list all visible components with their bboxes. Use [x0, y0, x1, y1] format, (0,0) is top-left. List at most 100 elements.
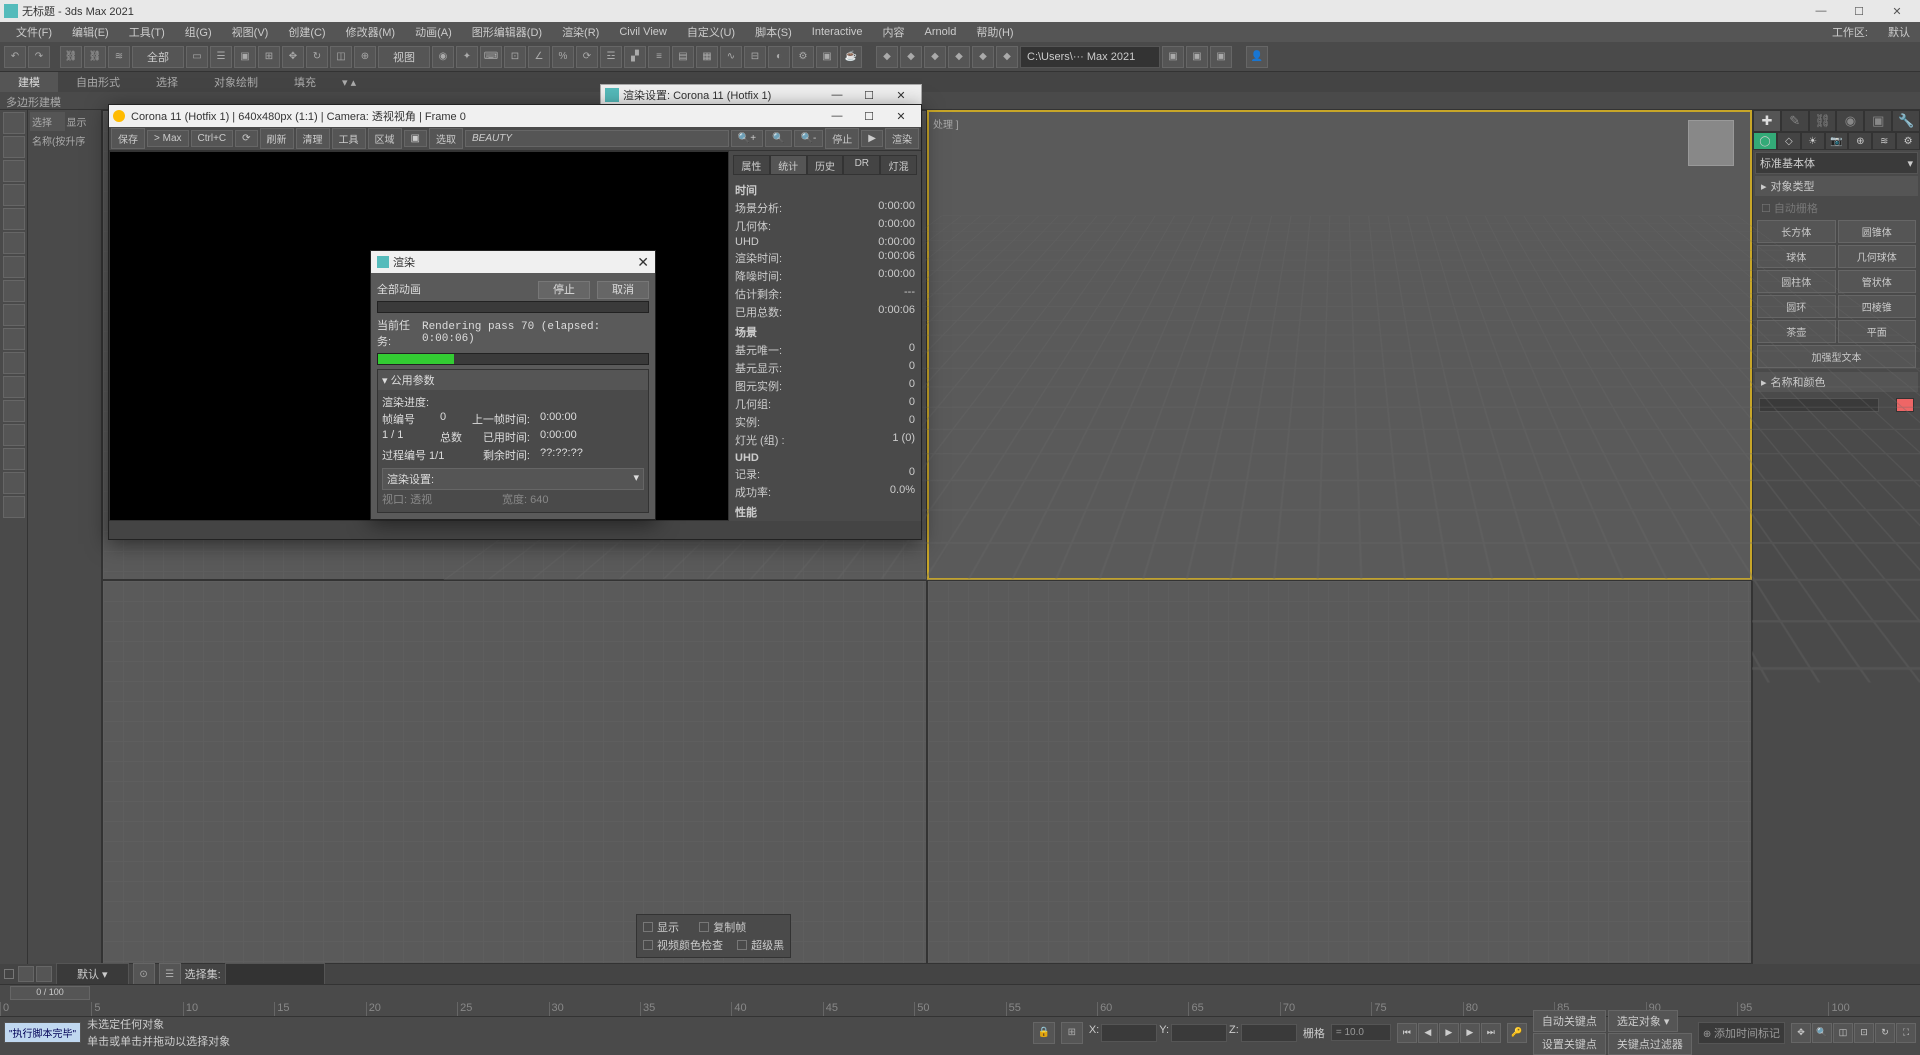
se-btn-6[interactable]	[3, 232, 25, 254]
chk-superblack[interactable]	[737, 940, 747, 950]
vfb-tools[interactable]: 工具	[332, 128, 366, 149]
vfb-render[interactable]: 渲染	[885, 128, 919, 149]
signin-button[interactable]: 👤	[1246, 46, 1268, 68]
corona-btn2[interactable]: ◆	[900, 46, 922, 68]
trackbar-expand-icon[interactable]	[4, 969, 14, 979]
select-object-button[interactable]: ▭	[186, 46, 208, 68]
schematic-button[interactable]: ⊟	[744, 46, 766, 68]
menu-scripting[interactable]: 脚本(S)	[745, 22, 802, 42]
next-frame-button[interactable]: ▶	[1460, 1023, 1480, 1043]
vfb-minimize[interactable]: —	[821, 110, 853, 122]
se-btn-10[interactable]	[3, 328, 25, 350]
keymode-button[interactable]: 🔑	[1507, 1023, 1527, 1043]
rprog-cancel-button[interactable]: 取消	[597, 281, 649, 299]
selection-filter[interactable]: 全部	[132, 46, 184, 68]
path-btn3[interactable]: ▣	[1210, 46, 1232, 68]
vfb-zoom-fit[interactable]: 🔍	[765, 130, 791, 147]
vfb-select[interactable]: 选取	[429, 128, 463, 149]
selset-input[interactable]	[225, 963, 325, 985]
use-center-button[interactable]: ◉	[432, 46, 454, 68]
menu-group[interactable]: 组(G)	[175, 22, 222, 42]
se-btn-2[interactable]	[3, 136, 25, 158]
angle-snap-button[interactable]: ∠	[528, 46, 550, 68]
viewport-layout-dropdown[interactable]: 默认 ▾	[56, 963, 129, 985]
nav-maximize-button[interactable]: ⛶	[1896, 1023, 1916, 1043]
menu-edit[interactable]: 编辑(E)	[62, 22, 119, 42]
menu-view[interactable]: 视图(V)	[222, 22, 279, 42]
rprog-close[interactable]: ✕	[637, 254, 649, 271]
nav-zoom-button[interactable]: 🔍	[1812, 1023, 1832, 1043]
corona-btn3[interactable]: ◆	[924, 46, 946, 68]
corona-btn1[interactable]: ◆	[876, 46, 898, 68]
menu-animation[interactable]: 动画(A)	[405, 22, 462, 42]
vfb-tab-lightmix[interactable]: 灯混	[880, 155, 917, 175]
cmd-sub-lights[interactable]: ☀	[1801, 132, 1825, 150]
time-slider-knob[interactable]: 0 / 100	[10, 986, 90, 1000]
prev-frame-button[interactable]: ◀	[1418, 1023, 1438, 1043]
goto-end-button[interactable]: ⏭	[1481, 1023, 1501, 1043]
ribbon-tab-objectpaint[interactable]: 对象绘制	[196, 72, 276, 92]
vfb-save[interactable]: 保存	[111, 128, 145, 149]
vplayout-1[interactable]	[18, 966, 34, 982]
abs-transform-icon[interactable]: ⊞	[1061, 1022, 1083, 1044]
rprog-titlebar[interactable]: 渲染 ✕	[371, 251, 655, 273]
cmd-tab-hierarchy[interactable]: ⛓	[1809, 110, 1837, 132]
menu-content[interactable]: 内容	[873, 22, 915, 42]
minimize-button[interactable]: —	[1802, 5, 1840, 17]
nav-fov-button[interactable]: ◫	[1833, 1023, 1853, 1043]
rs-close[interactable]: ✕	[885, 89, 917, 102]
cmd-tab-display[interactable]: ▣	[1864, 110, 1892, 132]
vfb-close[interactable]: ✕	[885, 110, 917, 123]
se-tab-display[interactable]: 显示	[65, 112, 100, 131]
se-tab-select[interactable]: 选择	[30, 112, 65, 131]
menu-customize[interactable]: 自定义(U)	[677, 22, 745, 42]
se-btn-14[interactable]	[3, 424, 25, 446]
cmd-sub-helpers[interactable]: ⊕	[1848, 132, 1872, 150]
vfb-tab-props[interactable]: 属性	[733, 155, 770, 175]
menu-file[interactable]: 文件(F)	[6, 22, 62, 42]
selset-button[interactable]: ☰	[159, 963, 181, 985]
undo-button[interactable]: ↶	[4, 46, 26, 68]
key-filters-button[interactable]: 关键点过滤器	[1608, 1033, 1692, 1055]
corona-btn6[interactable]: ◆	[996, 46, 1018, 68]
path-btn1[interactable]: ▣	[1162, 46, 1184, 68]
maxscript-listener[interactable]: "执行脚本完毕"	[4, 1022, 81, 1043]
coord-y-input[interactable]	[1171, 1024, 1227, 1042]
menu-tools[interactable]: 工具(T)	[119, 22, 175, 42]
vfb-zoom-out[interactable]: 🔍-	[794, 130, 824, 147]
se-column-name[interactable]: 名称(按升序	[30, 131, 99, 150]
cmd-tab-motion[interactable]: ◉	[1836, 110, 1864, 132]
vfb-play-icon[interactable]: ▶	[861, 130, 883, 147]
coord-z-input[interactable]	[1241, 1024, 1297, 1042]
ribbon-expand[interactable]: ▾ ▴	[334, 74, 364, 91]
vfb-stop[interactable]: 停止	[825, 128, 859, 149]
move-button[interactable]: ✥	[282, 46, 304, 68]
link-button[interactable]: ⛓	[60, 46, 82, 68]
close-button[interactable]: ✕	[1878, 5, 1916, 18]
vfb-zoom-in[interactable]: 🔍+	[731, 130, 763, 147]
cmd-sub-spacewarps[interactable]: ≋	[1872, 132, 1896, 150]
menu-civilview[interactable]: Civil View	[609, 24, 676, 40]
menu-modifiers[interactable]: 修改器(M)	[336, 22, 406, 42]
mirror-button[interactable]: ▞	[624, 46, 646, 68]
menu-grapheditors[interactable]: 图形编辑器(D)	[462, 22, 552, 42]
ribbon-toggle[interactable]: ▦	[696, 46, 718, 68]
layer-button[interactable]: ▤	[672, 46, 694, 68]
vfb-select-icon[interactable]: ▣	[404, 130, 427, 147]
placement-button[interactable]: ⊕	[354, 46, 376, 68]
redo-button[interactable]: ↷	[28, 46, 50, 68]
nav-orbit-button[interactable]: ↻	[1875, 1023, 1895, 1043]
corona-btn4[interactable]: ◆	[948, 46, 970, 68]
cmd-sub-shapes[interactable]: ◇	[1777, 132, 1801, 150]
vfb-titlebar[interactable]: Corona 11 (Hotfix 1) | 640x480px (1:1) |…	[109, 105, 921, 127]
se-btn-13[interactable]	[3, 400, 25, 422]
vfb-refresh-icon[interactable]: ⟳	[235, 130, 257, 147]
se-btn-5[interactable]	[3, 208, 25, 230]
vplayout-2[interactable]	[36, 966, 52, 982]
menu-interactive[interactable]: Interactive	[802, 24, 873, 40]
cmd-tab-utilities[interactable]: 🔧	[1892, 110, 1920, 132]
se-btn-16[interactable]	[3, 472, 25, 494]
path-btn2[interactable]: ▣	[1186, 46, 1208, 68]
bind-button[interactable]: ≋	[108, 46, 130, 68]
maximize-button[interactable]: ☐	[1840, 5, 1878, 18]
